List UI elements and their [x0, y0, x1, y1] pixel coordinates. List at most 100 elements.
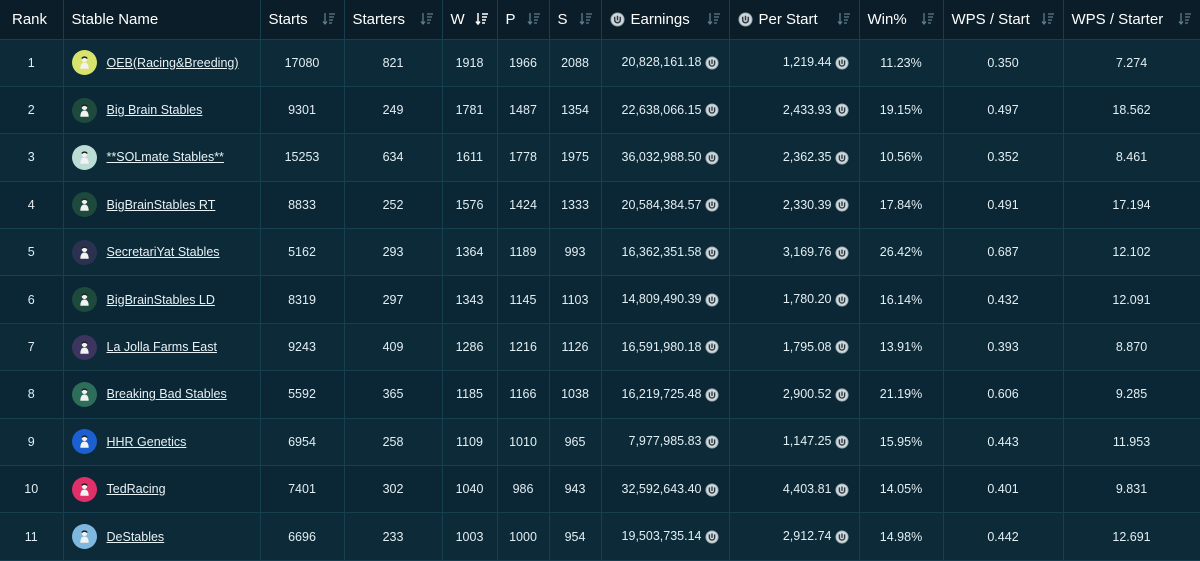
wps-start-value: 0.606	[987, 387, 1019, 402]
stable-name-link[interactable]: OEB(Racing&Breeding)	[107, 56, 239, 70]
cell-s: 1126	[549, 323, 602, 372]
p-value: 1000	[509, 529, 537, 544]
starts-value: 9301	[288, 103, 316, 118]
coin-icon	[834, 483, 849, 497]
rank-value: 1	[27, 55, 35, 70]
cell-win-pct: 11.23%	[859, 39, 944, 87]
cell-wps-starter: 7.274	[1063, 39, 1200, 87]
starters-value: 409	[382, 340, 404, 355]
cell-starts: 7401	[260, 465, 345, 514]
cell-w: 1576	[442, 181, 498, 230]
starters-value: 293	[382, 245, 404, 260]
cell-starters: 249	[344, 86, 443, 135]
starts-value: 8833	[288, 197, 316, 212]
sort-icon[interactable]	[419, 12, 434, 26]
cell-rank: 8	[0, 370, 64, 419]
cell-wps-starter: 11.953	[1063, 418, 1200, 467]
starts-value: 6954	[288, 434, 316, 449]
starts-value: 8319	[288, 292, 316, 307]
column-header-per-start[interactable]: Per Start	[729, 0, 860, 40]
coin-icon	[834, 388, 849, 402]
stable-name-link[interactable]: La Jolla Farms East	[107, 340, 217, 354]
cell-name: Breaking Bad Stables	[63, 370, 261, 419]
cell-wps-start: 0.352	[943, 133, 1064, 182]
cell-s: 1354	[549, 86, 602, 135]
stable-name-link[interactable]: BigBrainStables RT	[107, 198, 216, 212]
starts-value: 5592	[288, 387, 316, 402]
column-header-earnings[interactable]: Earnings	[601, 0, 730, 40]
sort-icon[interactable]	[836, 12, 851, 26]
w-value: 1364	[455, 245, 484, 260]
coin-icon	[834, 340, 849, 354]
stable-name-link[interactable]: DeStables	[107, 530, 165, 544]
stable-name-link[interactable]: Breaking Bad Stables	[107, 387, 227, 401]
earnings-value: 22,638,066.15	[621, 102, 702, 117]
per-start-value: 2,912.74	[782, 529, 832, 544]
wps-starter-value: 11.953	[1112, 434, 1151, 449]
rank-value: 2	[27, 103, 35, 118]
s-value: 2088	[561, 55, 589, 70]
p-value: 1487	[509, 103, 537, 118]
coin-icon	[704, 198, 719, 212]
win-pct-value: 17.84%	[879, 197, 923, 212]
stable-name-link[interactable]: TedRacing	[107, 482, 166, 496]
column-header-wps-start[interactable]: WPS / Start	[943, 0, 1064, 40]
cell-name: BigBrainStables RT	[63, 181, 261, 230]
cell-wps-start: 0.350	[943, 39, 1064, 87]
coin-icon	[704, 435, 719, 449]
stable-name-link[interactable]: BigBrainStables LD	[107, 293, 215, 307]
sort-icon[interactable]	[526, 12, 541, 26]
w-value: 1576	[455, 197, 484, 212]
column-header-label: WPS / Start	[951, 10, 1030, 28]
sort-icon[interactable]	[321, 12, 336, 26]
win-pct-value: 10.56%	[879, 150, 923, 165]
column-header-starters[interactable]: Starters	[344, 0, 443, 40]
table-row: 10 TedRacing 7401 302 1040 986 943 32,592,643.4…	[0, 465, 1200, 514]
cell-starts: 9243	[260, 323, 345, 372]
cell-earnings: 36,032,988.50	[601, 133, 730, 182]
cell-rank: 11	[0, 512, 64, 561]
cell-wps-starter: 9.285	[1063, 370, 1200, 419]
stable-name-link[interactable]: SecretariYat Stables	[107, 245, 220, 259]
table-row: 8 Breaking Bad Stables 5592 365 1185 1166 1038…	[0, 370, 1200, 419]
starts-value: 6696	[288, 529, 316, 544]
cell-name: TedRacing	[63, 465, 261, 514]
sort-icon[interactable]	[920, 12, 935, 26]
stable-name-link[interactable]: Big Brain Stables	[107, 103, 203, 117]
cell-p: 1216	[497, 323, 550, 372]
stable-avatar	[71, 381, 97, 407]
cell-starters: 233	[344, 512, 443, 561]
column-header-p[interactable]: P	[497, 0, 550, 40]
column-header-s[interactable]: S	[549, 0, 602, 40]
stable-name-link[interactable]: HHR Genetics	[107, 435, 187, 449]
rank-value: 8	[27, 387, 35, 402]
per-start-value: 4,403.81	[782, 481, 832, 496]
cell-starters: 293	[344, 228, 443, 277]
wps-starter-value: 9.285	[1115, 387, 1148, 402]
cell-w: 1781	[442, 86, 498, 135]
cell-wps-starter: 12.102	[1063, 228, 1200, 277]
column-header-label: Earnings	[630, 10, 690, 28]
column-header-starts[interactable]: Starts	[260, 0, 345, 40]
sort-icon[interactable]	[706, 12, 721, 26]
sort-icon[interactable]	[1177, 12, 1192, 26]
cell-name: SecretariYat Stables	[63, 228, 261, 277]
stable-name-link[interactable]: **SOLmate Stables**	[107, 150, 224, 164]
column-header-win-pct[interactable]: Win%	[859, 0, 944, 40]
coin-icon	[834, 530, 849, 544]
cell-s: 993	[549, 228, 602, 277]
column-header-w[interactable]: W	[442, 0, 498, 40]
s-value: 954	[564, 529, 586, 544]
earnings-value: 32,592,643.40	[621, 481, 702, 496]
w-value: 1918	[455, 55, 484, 70]
cell-p: 1145	[497, 275, 550, 324]
p-value: 1424	[509, 197, 537, 212]
cell-starts: 6954	[260, 418, 345, 467]
column-header-label: P	[505, 10, 516, 28]
column-header-wps-starter[interactable]: WPS / Starter	[1063, 0, 1200, 40]
sort-descending-active-icon[interactable]	[474, 12, 489, 26]
sort-icon[interactable]	[578, 12, 593, 26]
sort-icon[interactable]	[1040, 12, 1055, 26]
cell-starts: 15253	[260, 133, 345, 182]
table-row: 2 Big Brain Stables 9301 249 1781 1487 1354 22,…	[0, 86, 1200, 135]
